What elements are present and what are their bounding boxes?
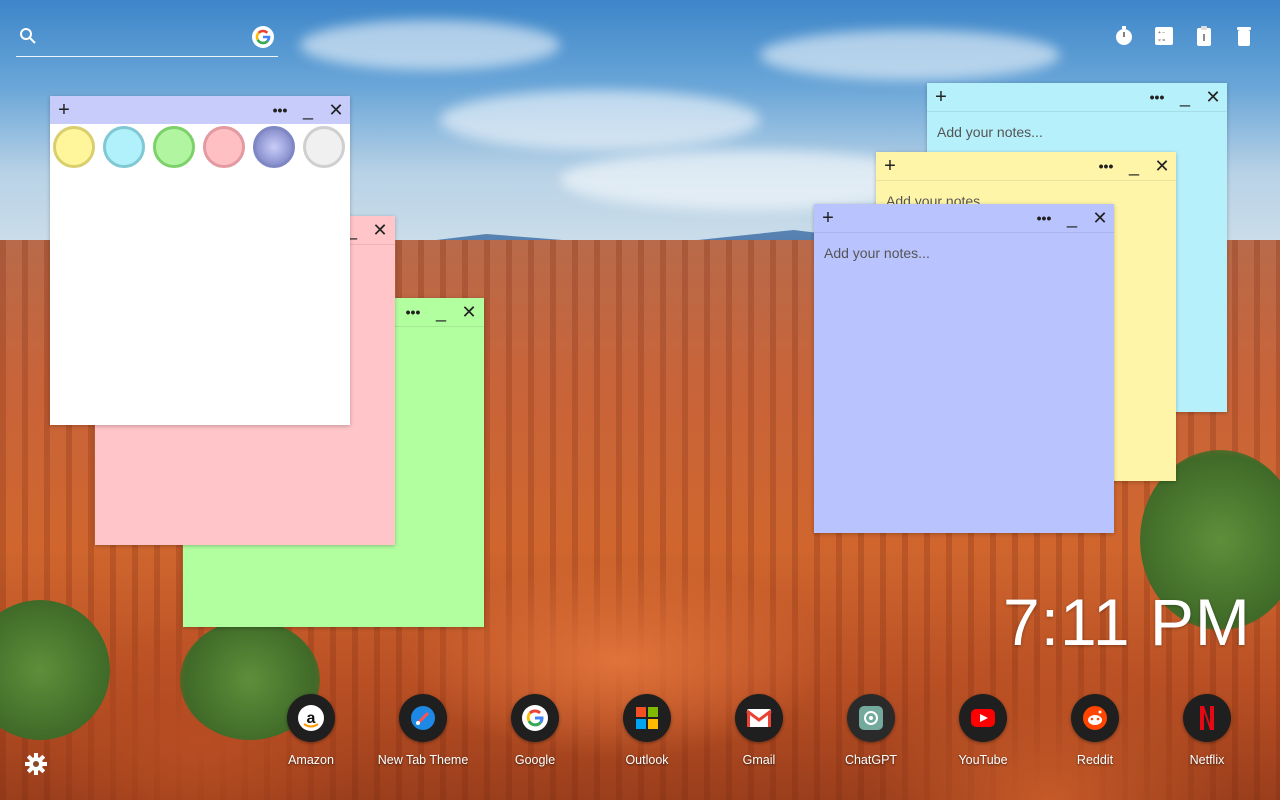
note-close-button[interactable]: ✕ <box>457 298 481 326</box>
shortcut-youtube[interactable]: YouTube <box>933 694 1033 774</box>
shortcut-reddit[interactable]: Reddit <box>1045 694 1145 774</box>
shortcut-label: Amazon <box>288 753 334 767</box>
note-minimize-button[interactable]: _ <box>1060 204 1084 232</box>
shortcut-amazon[interactable]: a Amazon <box>261 694 361 774</box>
note-minimize-button[interactable]: _ <box>296 96 320 124</box>
gmail-icon[interactable] <box>735 694 783 742</box>
note-close-button[interactable]: ✕ <box>1201 83 1225 111</box>
trash-icon[interactable] <box>1232 24 1256 48</box>
note-minimize-button[interactable]: _ <box>1122 152 1146 180</box>
note-menu-button[interactable]: ••• <box>268 96 292 124</box>
note-menu-button[interactable]: ••• <box>1145 83 1169 111</box>
timer-icon[interactable] <box>1112 24 1136 48</box>
note-close-button[interactable]: ✕ <box>324 96 348 124</box>
note-minimize-button[interactable]: _ <box>1173 83 1197 111</box>
shortcut-label: New Tab Theme <box>377 753 469 767</box>
shortcut-label: Reddit <box>1076 753 1114 767</box>
note-close-button[interactable]: ✕ <box>368 216 392 244</box>
cloud <box>300 20 560 70</box>
search-bar <box>16 22 278 57</box>
note-header[interactable]: + ••• _ ✕ <box>814 204 1114 232</box>
shortcut-chatgpt[interactable]: ChatGPT <box>821 694 921 774</box>
svg-text:+ −: + − <box>1158 30 1165 36</box>
note-menu-button[interactable]: ••• <box>401 298 425 326</box>
new-tab-theme-icon[interactable] <box>399 694 447 742</box>
shortcut-outlook[interactable]: Outlook <box>597 694 697 774</box>
color-swatch-green[interactable] <box>153 126 195 168</box>
shortcut-netflix[interactable]: Netflix <box>1157 694 1257 774</box>
shortcut-label: ChatGPT <box>844 753 898 767</box>
gear-icon[interactable] <box>24 752 48 776</box>
shortcut-label: Outlook <box>625 753 669 767</box>
note-header[interactable]: + ••• _ ✕ <box>50 96 350 124</box>
cloud <box>760 30 1060 80</box>
top-toolbar: + − × = <box>1110 24 1260 50</box>
note-close-button[interactable]: ✕ <box>1088 204 1112 232</box>
note-header[interactable]: + ••• _ ✕ <box>876 152 1176 180</box>
note-header[interactable]: + ••• _ ✕ <box>927 83 1227 111</box>
color-swatch-pink[interactable] <box>203 126 245 168</box>
clock: 7:11 PM <box>1003 585 1251 659</box>
note-minimize-button[interactable]: _ <box>429 298 453 326</box>
youtube-icon[interactable] <box>959 694 1007 742</box>
svg-text:a: a <box>307 710 316 727</box>
clipboard-icon[interactable] <box>1192 24 1216 48</box>
shortcut-google[interactable]: Google <box>485 694 585 774</box>
shortcut-label: Google <box>514 753 556 767</box>
new-note-button[interactable]: + <box>52 96 76 124</box>
color-swatch-white[interactable] <box>303 126 345 168</box>
color-swatch-cyan[interactable] <box>103 126 145 168</box>
netflix-icon[interactable] <box>1183 694 1231 742</box>
note-body <box>814 232 1114 533</box>
sticky-note-white[interactable]: + ••• _ ✕ <box>50 96 350 425</box>
new-note-button[interactable]: + <box>878 152 902 180</box>
shortcut-gmail[interactable]: Gmail <box>709 694 809 774</box>
note-textarea[interactable] <box>814 233 1114 533</box>
new-note-button[interactable]: + <box>816 204 840 232</box>
sticky-note-blue[interactable]: + ••• _ ✕ <box>814 204 1114 533</box>
chatgpt-icon[interactable] <box>847 694 895 742</box>
amazon-icon[interactable]: a <box>287 694 335 742</box>
shortcut-label: Gmail <box>742 753 776 767</box>
outlook-icon[interactable] <box>623 694 671 742</box>
note-menu-button[interactable]: ••• <box>1032 204 1056 232</box>
shortcut-label: Netflix <box>1189 753 1225 767</box>
svg-text:× =: × = <box>1158 38 1165 44</box>
google-icon[interactable] <box>511 694 559 742</box>
reddit-icon[interactable] <box>1071 694 1119 742</box>
calculator-icon[interactable]: + − × = <box>1152 24 1176 48</box>
color-swatch-blue[interactable] <box>253 126 295 168</box>
search-icon[interactable] <box>19 27 37 45</box>
cloud <box>440 90 760 150</box>
shortcut-label: YouTube <box>958 753 1008 767</box>
note-close-button[interactable]: ✕ <box>1150 152 1174 180</box>
note-menu-button[interactable]: ••• <box>1094 152 1118 180</box>
color-swatch-yellow[interactable] <box>53 126 95 168</box>
google-icon[interactable] <box>252 26 274 48</box>
shortcut-new-tab-theme[interactable]: New Tab Theme <box>373 694 473 774</box>
search-input[interactable] <box>50 26 244 52</box>
new-note-button[interactable]: + <box>929 83 953 111</box>
